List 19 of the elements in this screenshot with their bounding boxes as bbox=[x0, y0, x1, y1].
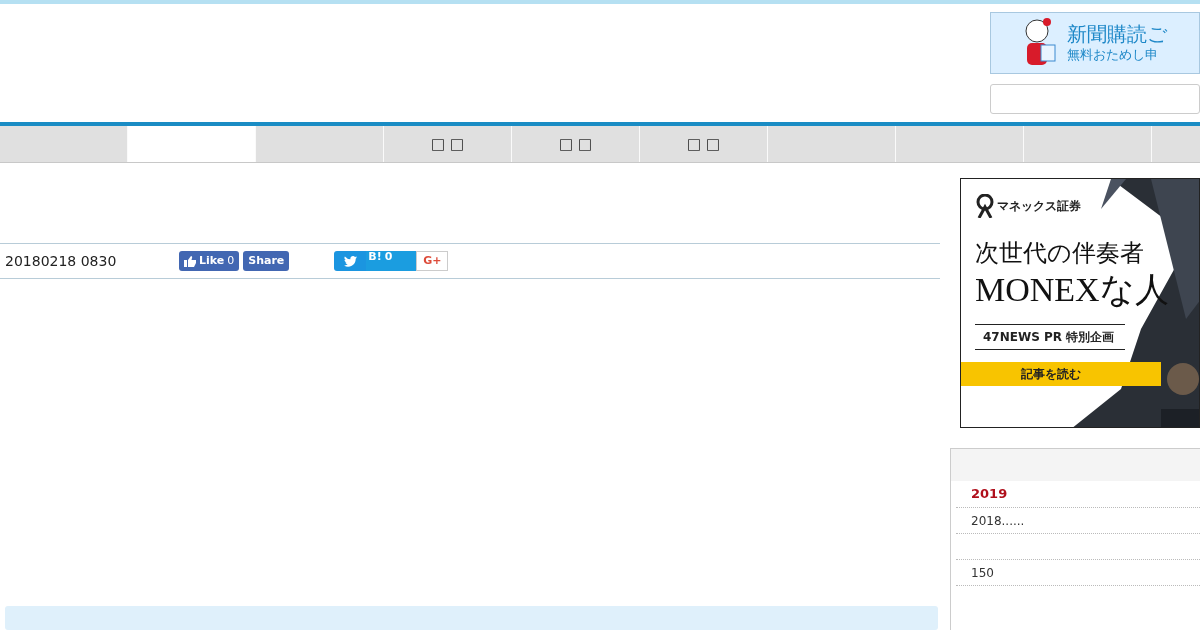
plus-one-button[interactable]: G+ bbox=[416, 251, 449, 271]
read-article-button[interactable]: 記事を読む bbox=[961, 362, 1161, 386]
tweet-button[interactable] bbox=[334, 251, 367, 271]
ad-subline: 無料おためし申 bbox=[1067, 47, 1159, 64]
nav-tab[interactable] bbox=[128, 126, 256, 162]
ad-heading: 次世代の伴奏者 bbox=[974, 238, 1145, 268]
article-date: 20180218 0830 bbox=[4, 251, 118, 271]
thumbs-up-icon bbox=[184, 255, 196, 267]
bird-icon bbox=[343, 255, 357, 267]
search-field[interactable] bbox=[990, 84, 1200, 114]
share-button[interactable]: Share bbox=[243, 251, 290, 271]
archive-link[interactable]: 2018...... bbox=[971, 511, 1025, 530]
ad-headline: 新聞購読ご bbox=[1067, 22, 1167, 48]
brand-name: マネックス証券 bbox=[997, 198, 1081, 215]
ad-tag: 47NEWS PR 特別企画 bbox=[975, 324, 1125, 350]
logo-icon bbox=[975, 194, 995, 218]
archive-link[interactable]: 150 bbox=[971, 563, 994, 582]
archive-link[interactable]: 2019 bbox=[971, 484, 1008, 504]
like-button[interactable]: Like 0 bbox=[179, 251, 240, 271]
